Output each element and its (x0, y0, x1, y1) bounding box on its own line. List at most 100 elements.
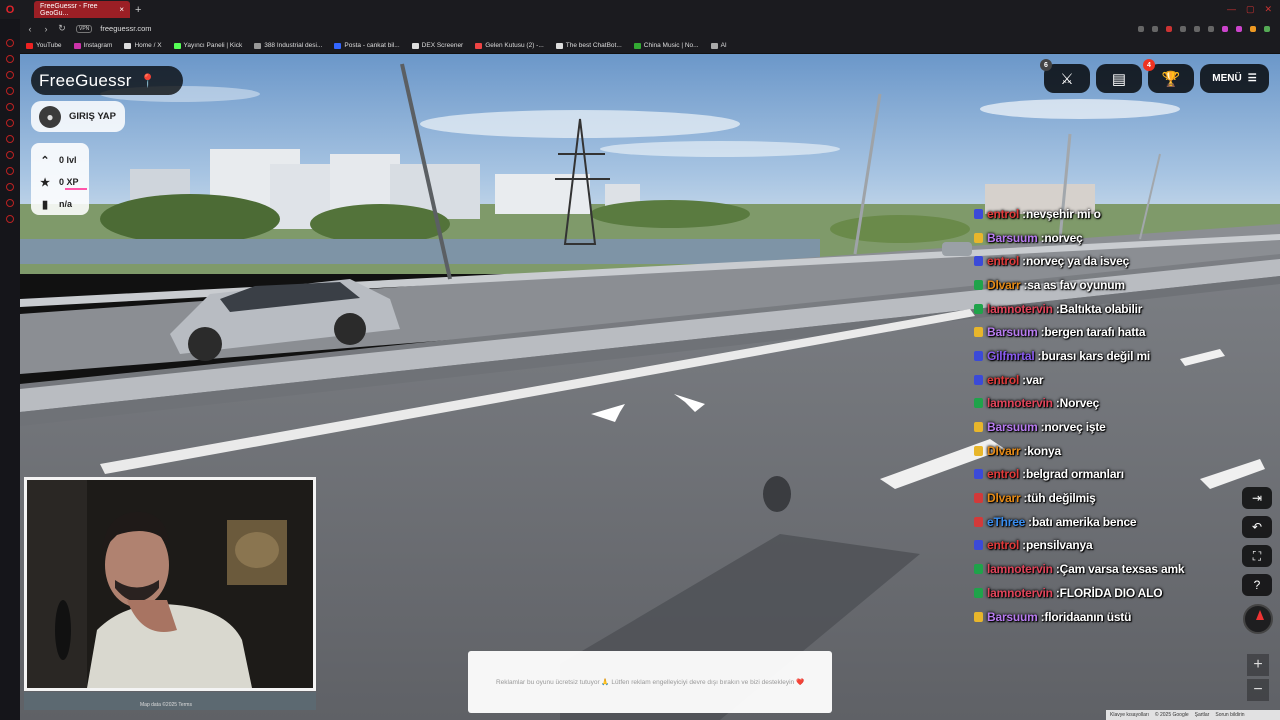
extension-icon[interactable] (1194, 25, 1200, 32)
bookmark-label: Home / X (134, 42, 162, 49)
bookmark-favicon-icon (411, 42, 419, 49)
rank-value: n/a (59, 199, 73, 209)
battle-badge: 6 (1040, 59, 1052, 71)
sidebar-app-icon[interactable] (6, 199, 14, 207)
browser-tab-freeguessr[interactable]: FreeGuessr - Free GeoGu... × (34, 1, 130, 18)
sidebar-app-icon[interactable] (6, 183, 14, 191)
bookmark-favicon-icon (633, 42, 641, 49)
bookmark-item[interactable]: Gelen Kutusu (2) -... (475, 42, 544, 49)
sidebar-app-icon[interactable] (6, 119, 14, 127)
reload-icon[interactable]: ↻ (56, 23, 68, 34)
close-window-icon[interactable]: ✕ (1264, 4, 1272, 15)
zoom-in-button[interactable]: + (1247, 654, 1269, 676)
xp-star-icon: ★ (40, 176, 50, 189)
chat-badge-icon (974, 422, 983, 433)
bookmark-item[interactable]: 388 Industrial desi... (254, 42, 322, 49)
extension-icon[interactable] (1152, 25, 1158, 32)
bookmark-favicon-icon (475, 42, 483, 49)
sidebar-app-icon[interactable] (6, 151, 14, 159)
chat-message: lamnotervin: FLORİDA DIO ALO (974, 581, 1274, 605)
sidebar-app-icon[interactable] (6, 135, 14, 143)
chat-text: sa as fav oyunum (1027, 277, 1125, 292)
forward-icon[interactable]: › (40, 24, 52, 34)
sidebar-app-icon[interactable] (6, 167, 14, 175)
extension-icon[interactable] (1250, 25, 1256, 32)
opera-icon[interactable]: O (0, 0, 20, 19)
bookmark-item[interactable]: The best ChatBot... (555, 42, 622, 49)
bookmark-label: YouTube (36, 42, 62, 49)
chat-badge-icon (974, 303, 983, 314)
chat-message: Barsuum: norveç işte (974, 415, 1274, 439)
bookmark-favicon-icon (254, 42, 262, 49)
extension-icon[interactable] (1208, 25, 1214, 32)
chat-username: Barsuum (987, 609, 1038, 624)
extension-icon[interactable] (1236, 25, 1242, 32)
menu-button[interactable]: MENÜ ☰ (1200, 64, 1269, 93)
extension-icon[interactable] (1222, 25, 1228, 32)
chat-message: entrol: norveç ya da isveç (974, 249, 1274, 273)
chat-username: Dlvarr (987, 491, 1021, 506)
bookmark-item[interactable]: YouTube (26, 42, 62, 49)
browser-sidebar (0, 19, 20, 720)
chat-text: pensilvanya (1025, 538, 1093, 553)
bookmark-favicon-icon (555, 42, 563, 49)
bookmark-item[interactable]: AI (710, 42, 727, 49)
extension-icon[interactable] (1138, 25, 1144, 32)
bookmark-item[interactable]: Home / X (124, 42, 162, 49)
bookmark-item[interactable]: China Music | No... (633, 42, 699, 49)
chat-username: entrol (987, 538, 1020, 553)
login-button[interactable]: ● GIRIŞ YAP (31, 101, 125, 132)
sidebar-app-icon[interactable] (6, 87, 14, 95)
maximize-icon[interactable]: ▢ (1246, 4, 1255, 15)
chat-username: lamnotervin (987, 562, 1053, 577)
address-bar: ‹ › ↻ VPN freeguessr.com (20, 19, 1280, 38)
chat-message: lamnotervin: Çam varsa texsas amk (974, 557, 1274, 581)
freeguessr-logo[interactable]: FreeGuessr 📍 (31, 66, 183, 95)
extension-icon[interactable] (1180, 25, 1186, 32)
bookmark-item[interactable]: Instagram (73, 42, 112, 49)
extension-icon[interactable] (1166, 25, 1172, 32)
chat-badge-icon (974, 208, 983, 219)
bookmark-item[interactable]: Yayıncı Paneli | Kick (173, 42, 242, 49)
close-tab-icon[interactable]: × (119, 5, 124, 14)
bookmark-label: China Music | No... (643, 42, 699, 49)
bookmark-item[interactable]: DEX Screener (411, 42, 463, 49)
keyboard-shortcuts-link[interactable]: Klavye kısayolları (1110, 712, 1149, 718)
chat-badge-icon (974, 587, 983, 598)
extensions-area (1138, 25, 1280, 32)
chat-badge-icon (974, 516, 983, 527)
chat-text: norveç ya da isveç (1025, 254, 1130, 269)
chat-username: entrol (987, 254, 1020, 269)
sidebar-app-icon[interactable] (6, 215, 14, 223)
chat-text: norveç işte (1044, 420, 1106, 435)
shop-button[interactable]: ▤ (1096, 64, 1142, 93)
chat-message: Dlvarr: sa as fav oyunum (974, 273, 1274, 297)
chat-message: Dlvarr: tüh değilmiş (974, 486, 1274, 510)
report-problem-link[interactable]: Sorun bildirin (1215, 712, 1244, 718)
chat-username: entrol (987, 372, 1020, 387)
chat-message: Dlvarr: konya (974, 439, 1274, 463)
bookmark-favicon-icon (710, 42, 718, 49)
chat-message: Barsuum: norveç (974, 226, 1274, 250)
back-icon[interactable]: ‹ (24, 24, 36, 34)
sidebar-app-icon[interactable] (6, 103, 14, 111)
webcam-overlay (24, 477, 316, 691)
chat-text: konya (1027, 443, 1061, 458)
xp-value: 0 XP (59, 177, 79, 187)
leaderboard-button[interactable]: 🏆 (1148, 64, 1194, 93)
chat-badge-icon (974, 256, 983, 267)
url-field[interactable]: freeguessr.com (100, 24, 151, 33)
sidebar-app-icon[interactable] (6, 55, 14, 63)
zoom-out-button[interactable]: − (1247, 679, 1269, 701)
bookmark-label: Posta - cankat bil... (344, 42, 400, 49)
extension-icon[interactable] (1264, 25, 1270, 32)
minimize-icon[interactable]: — (1227, 4, 1236, 15)
chat-username: Barsuum (987, 230, 1038, 245)
chat-username: Barsuum (987, 420, 1038, 435)
new-tab-button[interactable]: + (135, 4, 141, 16)
sidebar-app-icon[interactable] (6, 71, 14, 79)
sidebar-app-icon[interactable] (6, 39, 14, 47)
vpn-badge[interactable]: VPN (76, 24, 93, 33)
bookmark-item[interactable]: Posta - cankat bil... (334, 42, 400, 49)
terms-link[interactable]: Şartlar (1195, 712, 1210, 718)
